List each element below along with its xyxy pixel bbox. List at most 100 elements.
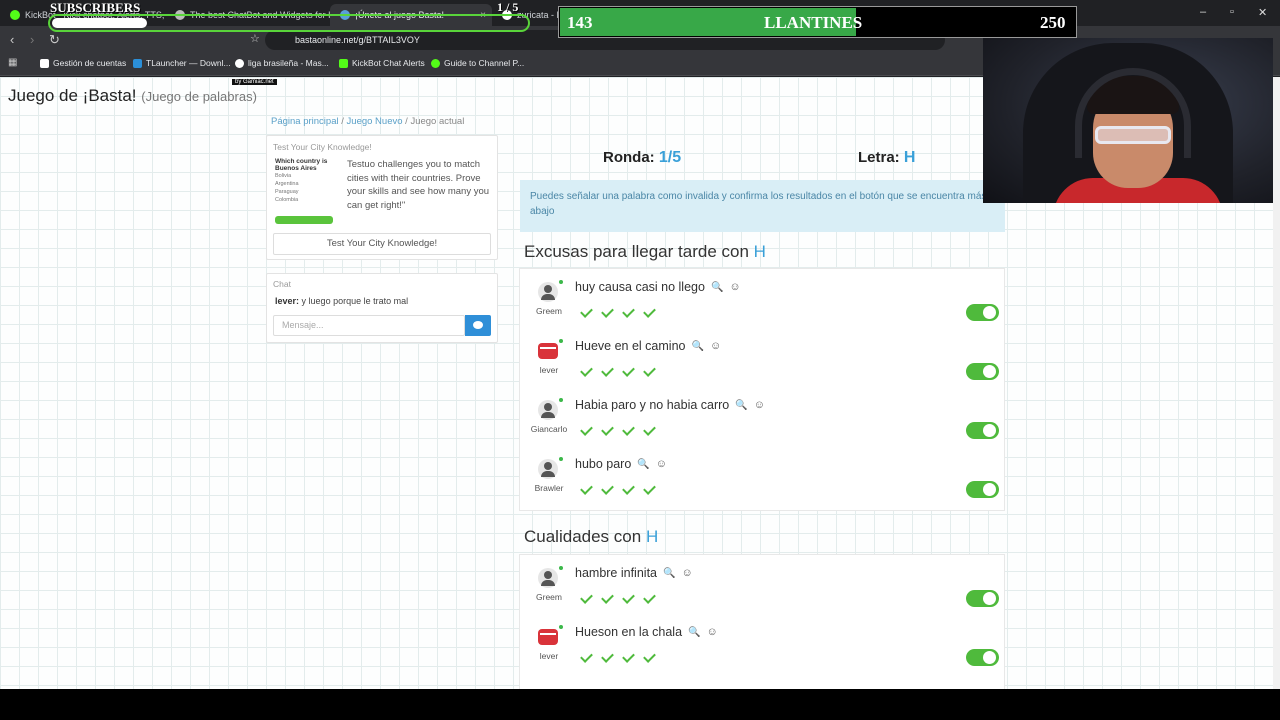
check-icon bbox=[580, 651, 592, 663]
chat-message-text: y luego porque le trato mal bbox=[301, 296, 409, 306]
search-icon[interactable]: 🔍 bbox=[691, 341, 703, 352]
valid-toggle[interactable] bbox=[966, 649, 999, 666]
answer-text: huy causa casi no llego bbox=[575, 280, 705, 294]
answer-word: Hueson en la chala 🔍 ☺ bbox=[575, 625, 718, 639]
bookmark-kickbot-alerts[interactable]: KickBot Chat Alerts bbox=[339, 58, 425, 68]
smiley-icon[interactable]: ☺ bbox=[706, 626, 717, 638]
answer-row: Greem hambre infinita 🔍 ☺ bbox=[520, 555, 1004, 614]
valid-toggle[interactable] bbox=[966, 363, 999, 380]
player-name: lever bbox=[539, 651, 559, 661]
answer-text: Habia paro y no habia carro bbox=[575, 398, 730, 412]
answer-text: hubo paro bbox=[575, 457, 632, 471]
breadcrumb: Página principal / Juego Nuevo / Juego a… bbox=[271, 116, 464, 127]
ad-cta-button[interactable]: Test Your City Knowledge! bbox=[273, 233, 491, 255]
bookmark-icon bbox=[40, 58, 49, 68]
reload-icon[interactable]: ↻ bbox=[49, 32, 60, 48]
bookmark-label: Guide to Channel P... bbox=[444, 58, 525, 68]
letter-indicator: Letra: H bbox=[858, 149, 915, 167]
smiley-icon[interactable]: ☺ bbox=[729, 281, 740, 293]
user-avatar-icon bbox=[538, 400, 558, 420]
check-icon bbox=[601, 365, 613, 377]
online-dot bbox=[559, 339, 563, 343]
vote-checks bbox=[580, 424, 655, 436]
category-letter: H bbox=[645, 527, 659, 546]
page-title: Juego de ¡Basta! (Juego de palabras) bbox=[8, 86, 257, 106]
smiley-icon[interactable]: ☺ bbox=[681, 567, 692, 579]
maximize-icon[interactable]: ▫ bbox=[1230, 6, 1234, 18]
online-dot bbox=[559, 566, 563, 570]
ad-thumb-button bbox=[275, 216, 333, 224]
user-avatar-icon bbox=[538, 282, 558, 302]
smiley-icon[interactable]: ☺ bbox=[710, 340, 721, 352]
check-icon bbox=[601, 651, 613, 663]
goal-title: LLANTINES bbox=[764, 13, 863, 32]
back-icon[interactable]: ‹ bbox=[10, 32, 14, 47]
breadcrumb-current: Juego actual bbox=[410, 116, 465, 127]
valid-toggle[interactable] bbox=[966, 304, 999, 321]
title-subtitle: (Juego de palabras) bbox=[141, 89, 257, 104]
player-name: lever bbox=[539, 365, 559, 375]
ad-card: Test Your City Knowledge! Which country … bbox=[266, 135, 498, 260]
online-dot bbox=[559, 280, 563, 284]
player-name: Giancarlo bbox=[530, 424, 568, 434]
valid-toggle[interactable] bbox=[966, 481, 999, 498]
close-window-icon[interactable]: ✕ bbox=[1258, 6, 1267, 19]
check-icon bbox=[643, 592, 655, 604]
vote-checks bbox=[580, 592, 655, 604]
chat-send-icon[interactable] bbox=[465, 315, 491, 336]
search-icon[interactable]: 🔍 bbox=[735, 400, 747, 411]
answer-word: hubo paro 🔍 ☺ bbox=[575, 457, 667, 471]
player-name: Greem bbox=[536, 306, 562, 316]
check-icon bbox=[643, 424, 655, 436]
valid-toggle[interactable] bbox=[966, 590, 999, 607]
search-icon[interactable]: 🔍 bbox=[637, 459, 649, 470]
check-icon bbox=[643, 365, 655, 377]
vote-checks bbox=[580, 651, 655, 663]
forward-icon[interactable]: › bbox=[30, 32, 34, 47]
breadcrumb-home[interactable]: Página principal bbox=[271, 116, 339, 127]
bookmark-channel-guide[interactable]: Guide to Channel P... bbox=[431, 58, 524, 68]
online-dot bbox=[559, 457, 563, 461]
chat-message-input[interactable]: Mensaje... bbox=[273, 315, 465, 336]
category-letter: H bbox=[753, 242, 766, 261]
bookmark-liga[interactable]: liga brasileña - Mas... bbox=[235, 58, 329, 68]
online-dot bbox=[559, 625, 563, 629]
search-icon[interactable]: 🔍 bbox=[663, 568, 675, 579]
breadcrumb-new-game[interactable]: Juego Nuevo bbox=[347, 116, 403, 127]
bookmark-star-icon[interactable]: ☆ bbox=[250, 32, 260, 45]
minimize-icon[interactable]: – bbox=[1200, 6, 1206, 18]
smiley-icon[interactable]: ☺ bbox=[656, 458, 667, 470]
check-icon bbox=[622, 365, 634, 377]
ad-thumbnail[interactable]: Which country is Buenos Aires Bolivia Ar… bbox=[275, 158, 337, 226]
breadcrumb-separator: / bbox=[341, 116, 344, 127]
bookmark-label: TLauncher — Downl... bbox=[146, 58, 231, 68]
search-icon[interactable]: 🔍 bbox=[711, 282, 723, 293]
vote-checks bbox=[580, 306, 655, 318]
search-icon[interactable]: 🔍 bbox=[688, 627, 700, 638]
check-icon bbox=[580, 483, 592, 495]
answer-row: Brawler hubo paro 🔍 ☺ bbox=[520, 446, 1004, 505]
google-icon bbox=[235, 58, 244, 68]
check-icon bbox=[580, 592, 592, 604]
check-icon bbox=[601, 592, 613, 604]
answers-list: Greem hambre infinita 🔍 ☺ lever Hueson e… bbox=[519, 554, 1005, 689]
answer-word: huy causa casi no llego 🔍 ☺ bbox=[575, 280, 741, 294]
screen: KickBot - Kick chatbot, Alerts, TTS, Gi.… bbox=[0, 0, 1280, 720]
title-text: Juego de ¡Basta! bbox=[8, 86, 137, 105]
kickbot-icon bbox=[339, 58, 348, 68]
subscribers-count: 1 / 5 bbox=[497, 0, 519, 14]
check-icon bbox=[580, 424, 592, 436]
bookmark-gestion[interactable]: Gestión de cuentas bbox=[40, 58, 126, 68]
goal-target: 250 bbox=[1040, 13, 1066, 32]
user-avatar-icon bbox=[538, 568, 558, 588]
page-scrollbar[interactable] bbox=[1273, 77, 1280, 689]
apps-grid-icon[interactable]: ▦ bbox=[8, 57, 17, 68]
smiley-icon[interactable]: ☺ bbox=[754, 399, 765, 411]
ad-thumb-option: Argentina bbox=[275, 181, 299, 187]
valid-toggle[interactable] bbox=[966, 422, 999, 439]
bookmark-tlauncher[interactable]: TLauncher — Downl... bbox=[133, 58, 231, 68]
bookmark-label: liga brasileña - Mas... bbox=[248, 58, 329, 68]
ad-thumb-option: Colombia bbox=[275, 197, 299, 203]
category-title: Excusas para llegar tarde con H bbox=[524, 242, 766, 262]
round-indicator: Ronda: 1/5 bbox=[603, 149, 681, 167]
